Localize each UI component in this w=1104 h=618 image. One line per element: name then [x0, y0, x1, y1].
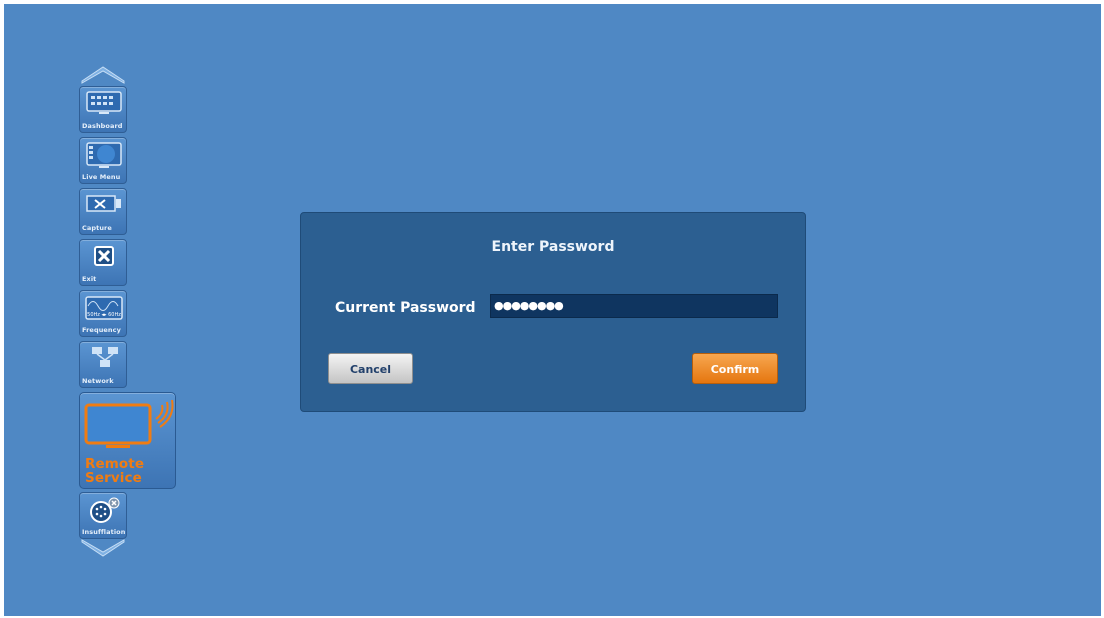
dashboard-icon [84, 90, 124, 120]
sidebar-item-label: Frequency [82, 326, 121, 334]
sidebar-item-label: Remote Service [85, 456, 145, 486]
live-menu-icon [84, 141, 124, 171]
scroll-down-arrow-icon[interactable] [80, 539, 126, 559]
sidebar-item-label: Dashboard [82, 122, 123, 130]
current-password-input[interactable]: ●●●●●●●● [490, 294, 778, 318]
sidebar-item-label: Capture [82, 224, 112, 232]
sidebar-item-label: Insufflation [82, 528, 126, 536]
sidebar-item-label: Network [82, 377, 114, 385]
insufflation-icon [84, 496, 124, 526]
sidebar-item-label: Exit [82, 275, 97, 283]
exit-icon [84, 243, 124, 273]
cancel-button[interactable]: Cancel [328, 353, 413, 384]
dialog-title: Enter Password [491, 239, 615, 255]
sidebar-item-frequency[interactable]: 50Hz ◂▸ 60Hz Frequency [79, 290, 127, 337]
sidebar-item-dashboard[interactable]: Dashboard [79, 86, 127, 133]
screen-background: Dashboard Live Menu Capture Exit 50Hz ◂▸… [4, 4, 1101, 616]
sidebar-item-network[interactable]: Network [79, 341, 127, 388]
network-icon [84, 345, 124, 375]
frequency-icon-text: 50Hz ◂▸ 60Hz [87, 312, 121, 318]
scroll-up-arrow-icon[interactable] [80, 64, 126, 84]
sidebar-item-exit[interactable]: Exit [79, 239, 127, 286]
sidebar-item-live-menu[interactable]: Live Menu [79, 137, 127, 184]
password-dialog: Enter Password Current Password ●●●●●●●●… [300, 212, 806, 412]
sidebar-item-capture[interactable]: Capture [79, 188, 127, 235]
remote-service-icon [84, 399, 174, 451]
sidebar-item-remote-service[interactable]: Remote Service [79, 392, 176, 489]
sidebar-item-label: Live Menu [82, 173, 121, 181]
current-password-label: Current Password [335, 300, 476, 316]
confirm-button[interactable]: Confirm [692, 353, 778, 384]
frequency-icon: 50Hz ◂▸ 60Hz [84, 294, 124, 324]
capture-icon [84, 192, 124, 222]
sidebar-item-insufflation[interactable]: Insufflation [79, 492, 127, 539]
